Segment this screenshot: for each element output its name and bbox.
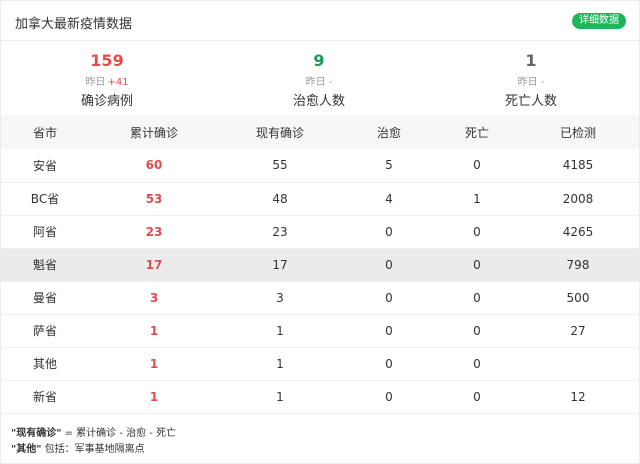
province-table: 省市 累计确诊 现有确诊 治愈 死亡 已检测 安省 60 55 5 0 4185 BC省 53… bbox=[1, 115, 639, 414]
col-dead: 死亡 bbox=[464, 125, 489, 140]
cell-current-confirmed: 3 bbox=[276, 290, 284, 305]
cell-province: 曼省 bbox=[32, 291, 57, 305]
table-row: 魁省 17 17 0 0 798 bbox=[1, 248, 639, 281]
cell-current-confirmed: 55 bbox=[272, 158, 288, 173]
stat-confirmed-label: 确诊病例 bbox=[80, 94, 133, 109]
col-province: 省市 bbox=[32, 125, 57, 140]
cell-current-confirmed: 1 bbox=[276, 356, 284, 371]
stat-dead-label: 死亡人数 bbox=[504, 94, 557, 109]
cell-cured: 4 bbox=[385, 191, 393, 206]
cell-tested: 12 bbox=[570, 389, 586, 404]
table-row: 新省 1 1 0 0 12 bbox=[1, 380, 639, 413]
cell-current-confirmed: 1 bbox=[276, 323, 284, 338]
footnote-current: "现有确诊" = 累计确诊 - 治愈 - 死亡 bbox=[11, 424, 176, 439]
cell-cured: 0 bbox=[385, 257, 393, 272]
cell-cured: 0 bbox=[385, 224, 393, 239]
cell-tested: 798 bbox=[566, 257, 590, 272]
cell-cured: 5 bbox=[385, 158, 393, 173]
footnote-other: "其他" 包括：军事基地隔离点 bbox=[11, 440, 145, 455]
cell-province: 魁省 bbox=[32, 258, 57, 272]
cell-tested: 4265 bbox=[562, 224, 594, 239]
cell-province: 安省 bbox=[32, 158, 57, 173]
yesterday-delta: +41 bbox=[107, 77, 129, 88]
cell-tested: 27 bbox=[570, 323, 586, 338]
cell-total-confirmed: 1 bbox=[149, 323, 159, 338]
cell-dead: 0 bbox=[473, 257, 481, 272]
cell-province: 其他 bbox=[32, 357, 57, 371]
cell-tested bbox=[517, 347, 639, 380]
stat-dead-value: 1 bbox=[525, 51, 537, 70]
cell-cured: 0 bbox=[385, 356, 393, 371]
cell-dead: 0 bbox=[473, 158, 481, 173]
col-current-confirmed: 现有确诊 bbox=[255, 125, 304, 140]
cell-dead: 0 bbox=[473, 356, 481, 371]
col-cured: 治愈 bbox=[376, 125, 401, 140]
cell-total-confirmed: 1 bbox=[149, 389, 159, 404]
cell-dead: 0 bbox=[473, 224, 481, 239]
cell-total-confirmed: 23 bbox=[145, 224, 163, 239]
cell-dead: 0 bbox=[473, 290, 481, 305]
col-total-confirmed: 累计确诊 bbox=[129, 125, 178, 140]
footnote-term: "其他" bbox=[11, 444, 42, 455]
cell-province: 阿省 bbox=[32, 225, 57, 239]
cell-current-confirmed: 48 bbox=[272, 191, 288, 206]
cell-province: 萨省 bbox=[32, 324, 57, 338]
cell-dead: 1 bbox=[473, 191, 481, 206]
table-body: 安省 60 55 5 0 4185 BC省 53 48 4 1 2008 阿省 23 23 0 0 4265 魁省 1… bbox=[1, 149, 639, 413]
stat-confirmed-value: 159 bbox=[90, 51, 124, 70]
cell-tested: 4185 bbox=[562, 158, 594, 173]
cell-total-confirmed: 60 bbox=[145, 158, 163, 173]
stat-cured-value: 9 bbox=[313, 51, 325, 70]
col-tested: 已检测 bbox=[559, 125, 596, 140]
card-header: 加拿大最新疫情数据 详细数据 bbox=[1, 1, 639, 41]
yesterday-label: 昨日 bbox=[85, 77, 106, 88]
cell-dead: 0 bbox=[473, 323, 481, 338]
table-row: 安省 60 55 5 0 4185 bbox=[1, 149, 639, 182]
cell-tested: 2008 bbox=[562, 191, 594, 206]
cell-current-confirmed: 1 bbox=[276, 389, 284, 404]
cell-total-confirmed: 1 bbox=[149, 356, 159, 371]
cell-current-confirmed: 23 bbox=[272, 224, 288, 239]
stat-cured-label: 治愈人数 bbox=[292, 94, 345, 109]
table-row: 其他 1 1 0 0 bbox=[1, 347, 639, 380]
cell-total-confirmed: 17 bbox=[145, 257, 163, 272]
table-row: 阿省 23 23 0 0 4265 bbox=[1, 215, 639, 248]
detail-data-button[interactable]: 详细数据 bbox=[572, 13, 626, 29]
yesterday-label: 昨日 - bbox=[517, 77, 545, 88]
cell-cured: 0 bbox=[385, 389, 393, 404]
cell-total-confirmed: 3 bbox=[149, 290, 159, 305]
epidemic-card: 加拿大最新疫情数据 详细数据 159 昨日 +41 确诊病例 9 昨日 - 治愈人… bbox=[0, 0, 640, 464]
summary-stats: 159 昨日 +41 确诊病例 9 昨日 - 治愈人数 1 昨日 - 死亡人数 bbox=[1, 41, 639, 115]
cell-province: 新省 bbox=[32, 390, 57, 404]
cell-current-confirmed: 17 bbox=[272, 257, 288, 272]
stat-cured-yesterday: 昨日 - bbox=[213, 73, 425, 88]
table-row: 曼省 3 3 0 0 500 bbox=[1, 281, 639, 314]
cell-province: BC省 bbox=[30, 192, 60, 206]
cell-cured: 0 bbox=[385, 323, 393, 338]
cell-tested: 500 bbox=[566, 290, 590, 305]
footnote-text: = 累计确诊 - 治愈 - 死亡 bbox=[61, 428, 177, 439]
footnote-term: "现有确诊" bbox=[11, 428, 62, 439]
footnote-text: 包括：军事基地隔离点 bbox=[41, 444, 145, 455]
cell-cured: 0 bbox=[385, 290, 393, 305]
table-header-row: 省市 累计确诊 现有确诊 治愈 死亡 已检测 bbox=[1, 115, 639, 149]
cell-total-confirmed: 53 bbox=[145, 191, 163, 206]
table-row: 萨省 1 1 0 0 27 bbox=[1, 314, 639, 347]
cell-dead: 0 bbox=[473, 389, 481, 404]
card-title: 加拿大最新疫情数据 bbox=[15, 17, 133, 32]
table-row: BC省 53 48 4 1 2008 bbox=[1, 182, 639, 215]
stat-dead-yesterday: 昨日 - bbox=[425, 73, 637, 88]
stat-confirmed-yesterday: 昨日 +41 bbox=[1, 73, 213, 88]
yesterday-label: 昨日 - bbox=[305, 77, 333, 88]
